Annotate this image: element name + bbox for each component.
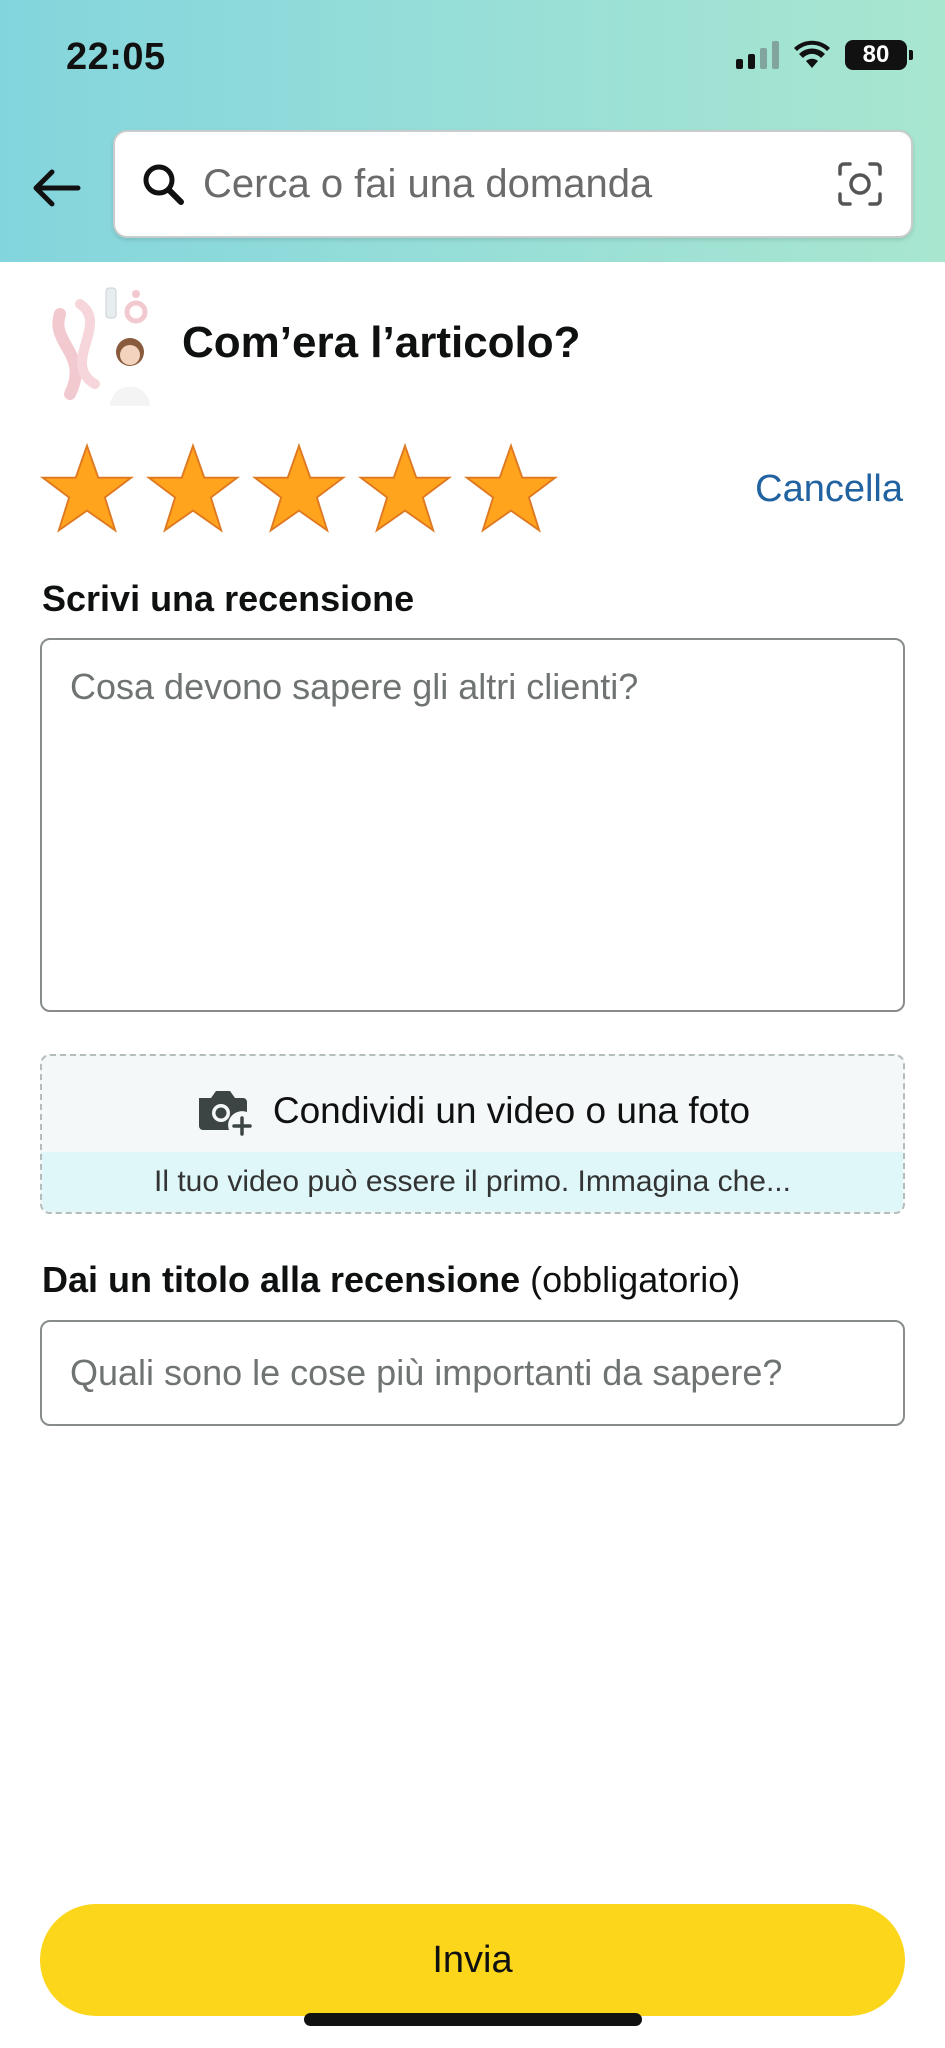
submit-button[interactable]: Invia bbox=[40, 1904, 905, 2016]
required-note: (obbligatorio) bbox=[530, 1259, 741, 1300]
star-icon-2[interactable] bbox=[146, 442, 240, 536]
upload-hint: Il tuo video può essere il primo. Immagi… bbox=[42, 1152, 903, 1212]
top-header: 22:05 80 bbox=[0, 0, 945, 262]
wifi-icon bbox=[794, 40, 830, 68]
home-indicator bbox=[304, 2013, 642, 2026]
status-icons: 80 bbox=[736, 40, 913, 70]
cellular-signal-icon bbox=[736, 41, 779, 69]
status-time: 22:05 bbox=[66, 36, 166, 78]
review-title-label: Dai un titolo alla recensione (obbligato… bbox=[42, 1259, 740, 1301]
page-title: Com’era l’articolo? bbox=[182, 318, 581, 367]
star-icon-4[interactable] bbox=[358, 442, 452, 536]
camera-add-icon bbox=[198, 1091, 252, 1136]
search-bar[interactable] bbox=[113, 130, 913, 238]
star-icon-1[interactable] bbox=[40, 442, 134, 536]
clear-rating-link[interactable]: Cancella bbox=[755, 468, 903, 511]
star-icon-3[interactable] bbox=[252, 442, 346, 536]
search-icon bbox=[139, 160, 187, 208]
review-title-label-text: Dai un titolo alla recensione bbox=[42, 1259, 521, 1300]
arrow-left-icon bbox=[33, 169, 81, 207]
review-textarea[interactable] bbox=[40, 638, 905, 1012]
star-icon-5[interactable] bbox=[464, 442, 558, 536]
product-thumbnail bbox=[40, 284, 162, 406]
camera-search-icon[interactable] bbox=[835, 159, 885, 209]
upload-label: Condividi un video o una foto bbox=[272, 1090, 751, 1131]
review-title-input[interactable] bbox=[40, 1320, 905, 1426]
media-upload-area[interactable]: Condividi un video o una foto Il tuo vid… bbox=[40, 1054, 905, 1214]
review-label: Scrivi una recensione bbox=[42, 578, 415, 619]
star-rating[interactable] bbox=[40, 442, 558, 536]
search-input[interactable] bbox=[203, 161, 835, 207]
battery-icon: 80 bbox=[845, 40, 913, 70]
back-button[interactable] bbox=[28, 160, 86, 216]
